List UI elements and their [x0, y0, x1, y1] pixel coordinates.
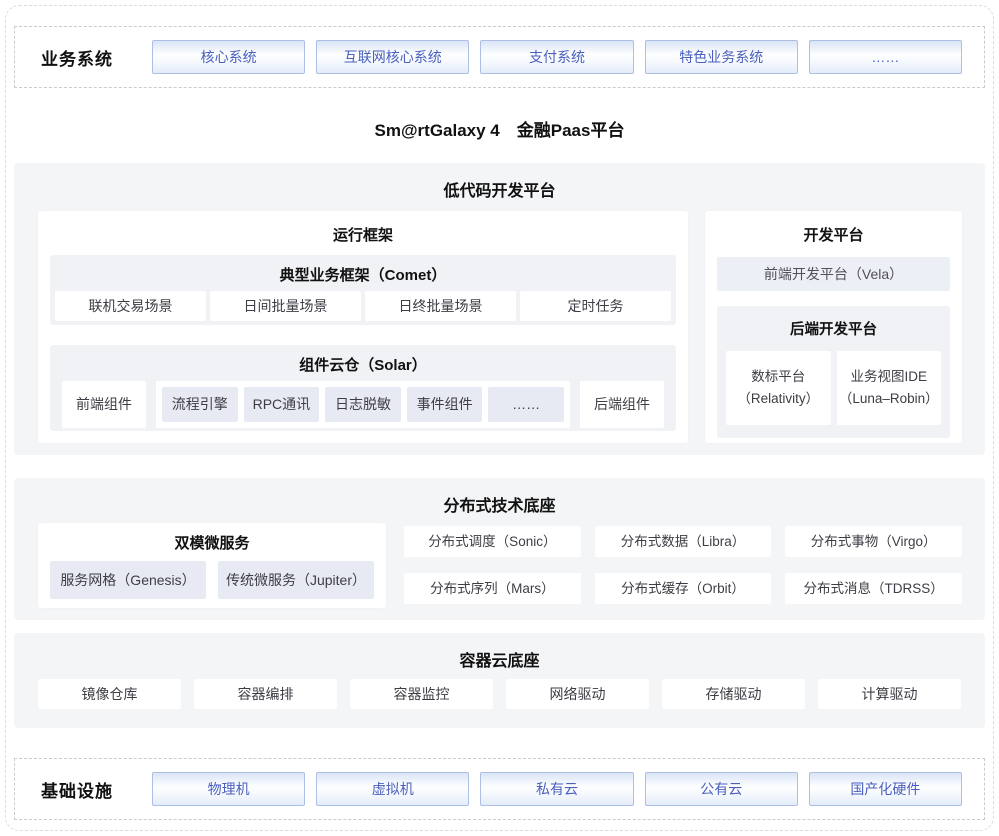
backend-dev-items-row: 数标平台 （Relativity） 业务视图IDE （Luna–Robin） — [726, 351, 941, 425]
luna-robin-line1: 业务视图IDE — [850, 366, 927, 388]
comet-items-row: 联机交易场景 日间批量场景 日终批量场景 定时任务 — [55, 291, 671, 321]
storage-driver[interactable]: 存储驱动 — [662, 679, 805, 709]
solar-chip-log-masking[interactable]: 日志脱敏 — [325, 387, 401, 422]
comet-item-eod-batch[interactable]: 日终批量场景 — [365, 291, 516, 321]
solar-chip-more[interactable]: …… — [488, 387, 564, 422]
compute-driver[interactable]: 计算驱动 — [818, 679, 961, 709]
infra-virtual-machine[interactable]: 虚拟机 — [316, 772, 469, 806]
solar-chip-event[interactable]: 事件组件 — [407, 387, 483, 422]
backend-dev-title: 后端开发平台 — [717, 306, 950, 339]
luna-robin-business-view-ide[interactable]: 业务视图IDE （Luna–Robin） — [837, 351, 942, 425]
lowcode-platform-section: 低代码开发平台 运行框架 典型业务框架（Comet） 联机交易场景 日间批量场景… — [14, 163, 985, 455]
solar-backend-components[interactable]: 后端组件 — [580, 381, 664, 428]
solar-chips-strip: 流程引擎 RPC通讯 日志脱敏 事件组件 …… — [156, 381, 570, 428]
infrastructure-band: 基础设施 物理机 虚拟机 私有云 公有云 国产化硬件 — [14, 758, 985, 820]
sonic-distributed-scheduling[interactable]: 分布式调度（Sonic） — [404, 526, 581, 557]
solar-frontend-components[interactable]: 前端组件 — [62, 381, 146, 428]
infra-private-cloud[interactable]: 私有云 — [480, 772, 633, 806]
architecture-diagram: 业务系统 核心系统 互联网核心系统 支付系统 特色业务系统 …… Sm@rtGa… — [0, 0, 999, 836]
dev-platform-panel: 开发平台 前端开发平台（Vela） 后端开发平台 数标平台 （Relativit… — [705, 211, 962, 443]
image-registry[interactable]: 镜像仓库 — [38, 679, 181, 709]
container-cloud-title: 容器云底座 — [14, 633, 985, 671]
solar-component-box: 组件云仓（Solar） 前端组件 流程引擎 RPC通讯 日志脱敏 事件组件 ……… — [50, 345, 676, 431]
container-orchestration[interactable]: 容器编排 — [194, 679, 337, 709]
comet-framework-title: 典型业务框架（Comet） — [50, 255, 676, 285]
comet-item-intraday-batch[interactable]: 日间批量场景 — [210, 291, 361, 321]
business-system-core[interactable]: 核心系统 — [152, 40, 305, 74]
solar-component-title: 组件云仓（Solar） — [50, 345, 676, 375]
business-systems-band: 业务系统 核心系统 互联网核心系统 支付系统 特色业务系统 …… — [14, 26, 985, 88]
relativity-line2: （Relativity） — [737, 388, 819, 410]
tdrss-distributed-message[interactable]: 分布式消息（TDRSS） — [785, 573, 962, 604]
solar-chip-process-engine[interactable]: 流程引擎 — [162, 387, 238, 422]
page-title: Sm@rtGalaxy 4 金融Paas平台 — [0, 116, 999, 141]
comet-item-online-trading[interactable]: 联机交易场景 — [55, 291, 206, 321]
business-system-payment[interactable]: 支付系统 — [480, 40, 633, 74]
comet-item-scheduled-task[interactable]: 定时任务 — [520, 291, 671, 321]
business-system-special[interactable]: 特色业务系统 — [645, 40, 798, 74]
distributed-base-title: 分布式技术底座 — [14, 478, 985, 516]
runtime-framework-title: 运行框架 — [38, 211, 688, 245]
solar-chip-rpc[interactable]: RPC通讯 — [244, 387, 320, 422]
infrastructure-label: 基础设施 — [41, 777, 141, 802]
dual-mode-microservice-panel: 双模微服务 服务网格（Genesis） 传统微服务（Jupiter） — [38, 523, 386, 608]
dual-mode-title: 双模微服务 — [38, 523, 386, 553]
business-system-internet-core[interactable]: 互联网核心系统 — [316, 40, 469, 74]
relativity-data-platform[interactable]: 数标平台 （Relativity） — [726, 351, 831, 425]
distributed-base-section: 分布式技术底座 双模微服务 服务网格（Genesis） 传统微服务（Jupite… — [14, 478, 985, 620]
relativity-line1: 数标平台 — [751, 366, 805, 388]
container-cloud-section: 容器云底座 镜像仓库 容器编排 容器监控 网络驱动 存储驱动 计算驱动 — [14, 633, 985, 728]
orbit-distributed-cache[interactable]: 分布式缓存（Orbit） — [595, 573, 772, 604]
infra-public-cloud[interactable]: 公有云 — [645, 772, 798, 806]
luna-robin-line2: （Luna–Robin） — [839, 388, 939, 410]
dual-mode-items-row: 服务网格（Genesis） 传统微服务（Jupiter） — [50, 561, 374, 599]
distributed-items-grid: 分布式调度（Sonic） 分布式数据（Libra） 分布式事物（Virgo） 分… — [404, 526, 962, 604]
container-cloud-items-row: 镜像仓库 容器编排 容器监控 网络驱动 存储驱动 计算驱动 — [38, 679, 961, 709]
backend-dev-box: 后端开发平台 数标平台 （Relativity） 业务视图IDE （Luna–R… — [717, 306, 950, 438]
solar-items-row: 前端组件 流程引擎 RPC通讯 日志脱敏 事件组件 …… 后端组件 — [62, 381, 664, 428]
jupiter-traditional-microservice[interactable]: 传统微服务（Jupiter） — [218, 561, 374, 599]
vela-frontend-dev-platform[interactable]: 前端开发平台（Vela） — [717, 257, 950, 291]
dev-platform-title: 开发平台 — [705, 211, 962, 245]
mars-distributed-sequence[interactable]: 分布式序列（Mars） — [404, 573, 581, 604]
infra-domestic-hardware[interactable]: 国产化硬件 — [809, 772, 962, 806]
comet-framework-box: 典型业务框架（Comet） 联机交易场景 日间批量场景 日终批量场景 定时任务 — [50, 255, 676, 325]
network-driver[interactable]: 网络驱动 — [506, 679, 649, 709]
container-monitoring[interactable]: 容器监控 — [350, 679, 493, 709]
infra-physical-machine[interactable]: 物理机 — [152, 772, 305, 806]
business-systems-label: 业务系统 — [41, 45, 141, 70]
runtime-framework-panel: 运行框架 典型业务框架（Comet） 联机交易场景 日间批量场景 日终批量场景 … — [38, 211, 688, 443]
lowcode-platform-title: 低代码开发平台 — [14, 163, 985, 201]
libra-distributed-data[interactable]: 分布式数据（Libra） — [595, 526, 772, 557]
virgo-distributed-transaction[interactable]: 分布式事物（Virgo） — [785, 526, 962, 557]
business-system-more[interactable]: …… — [809, 40, 962, 74]
genesis-service-mesh[interactable]: 服务网格（Genesis） — [50, 561, 206, 599]
